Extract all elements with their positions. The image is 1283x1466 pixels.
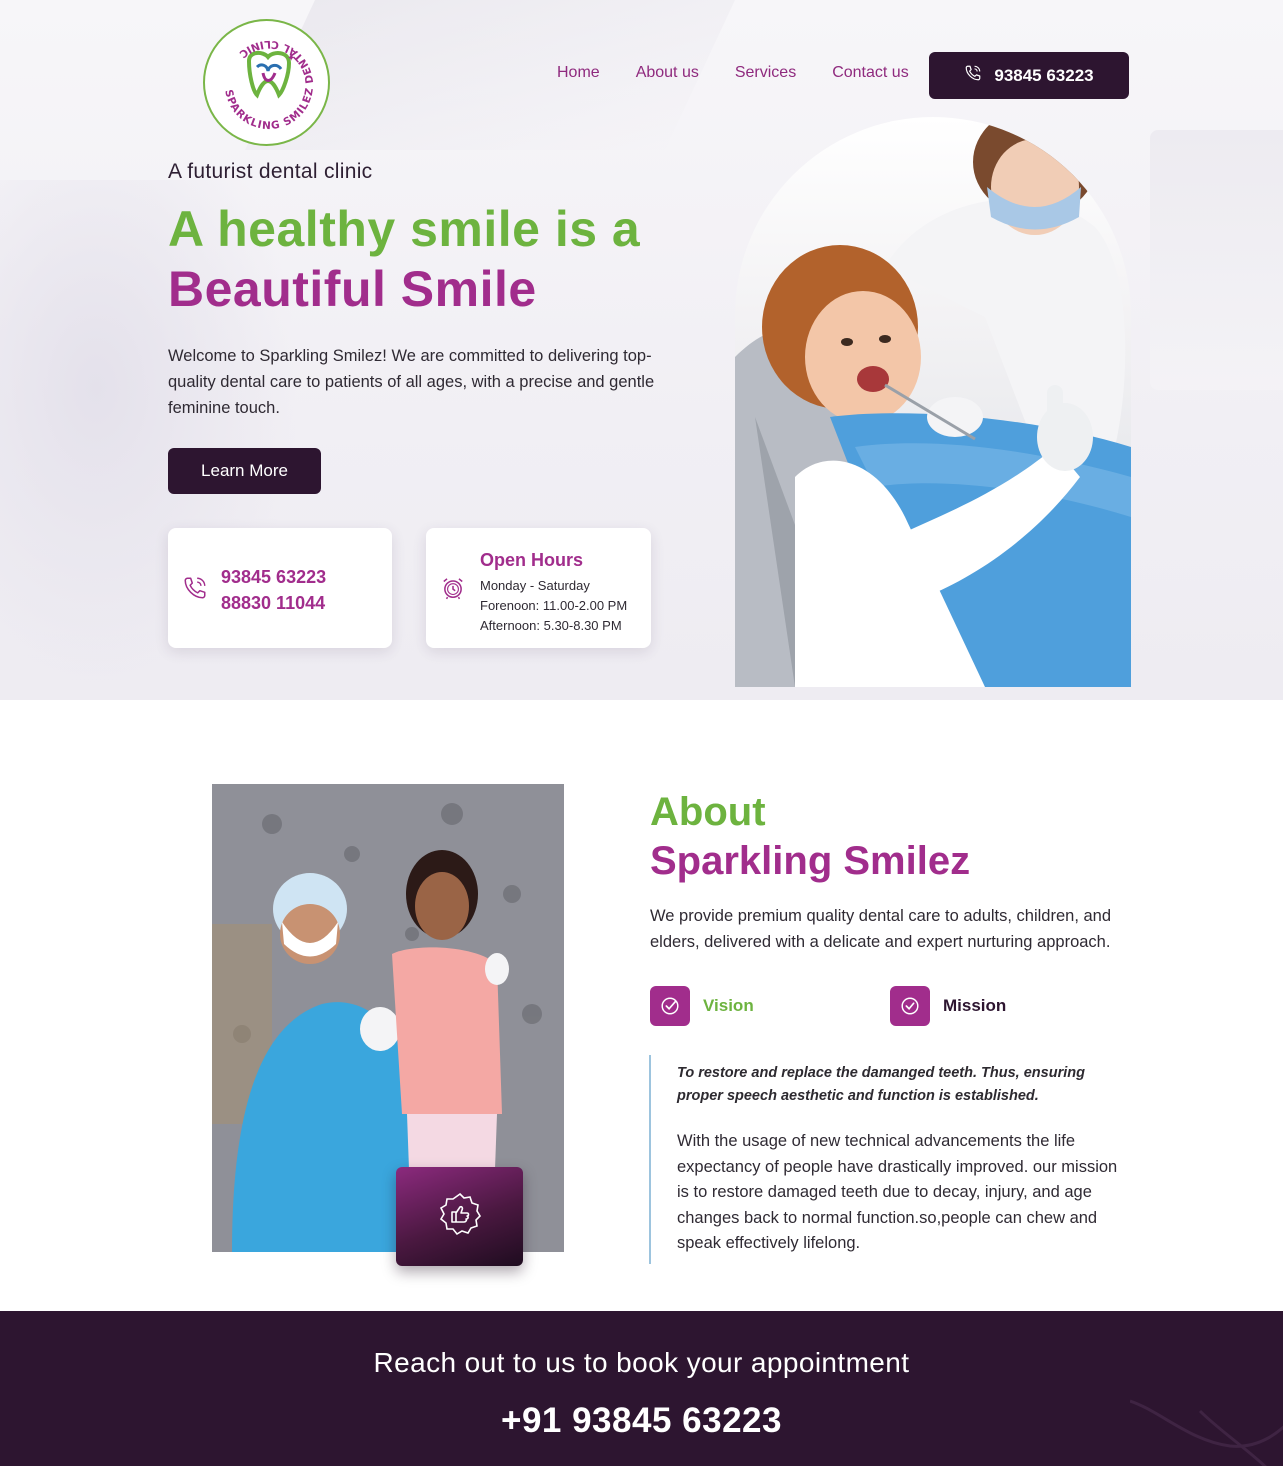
header-call-button[interactable]: 93845 63223 — [929, 52, 1129, 99]
phone-number-1[interactable]: 93845 63223 — [221, 567, 326, 588]
hero-headline-line1: A healthy smile is a — [168, 201, 641, 257]
phone-icon — [182, 575, 208, 606]
thumbs-up-badge-icon — [438, 1192, 482, 1241]
open-hours-title: Open Hours — [480, 550, 584, 570]
about-description: We provide premium quality dental care t… — [650, 907, 1112, 951]
nav-services[interactable]: Services — [735, 64, 796, 82]
tab-mission[interactable]: Mission — [890, 986, 1006, 1026]
tab-vision-label: Vision — [703, 996, 754, 1015]
thumbs-up-badge — [396, 1167, 523, 1266]
learn-more-button[interactable]: Learn More — [168, 448, 321, 494]
tab-mission-label: Mission — [943, 996, 1007, 1015]
phone-card: 93845 63223 88830 11044 — [168, 528, 392, 648]
open-hours-card: Open Hours Monday - Saturday Forenoon: 1… — [426, 528, 651, 648]
check-circle-icon — [890, 986, 930, 1026]
nav-home[interactable]: Home — [557, 64, 600, 82]
hero-headline-line2: Beautiful Smile — [168, 261, 537, 317]
open-hours-afternoon: Afternoon: 5.30-8.30 PM — [480, 618, 622, 633]
alarm-clock-icon — [440, 575, 466, 606]
svg-text:SPARKLING SMILEZ DENTAL CLINIC: SPARKLING SMILEZ DENTAL CLINIC — [222, 38, 316, 132]
hero-photo-dentist-child — [735, 117, 1131, 687]
tab-vision[interactable]: Vision — [650, 986, 754, 1026]
nav-contact-us[interactable]: Contact us — [832, 64, 908, 82]
hero-tagline: A futurist dental clinic — [168, 160, 373, 183]
nav-about-us[interactable]: About us — [636, 64, 699, 82]
hero-section: ✦ SPARKLING SMILEZ DENTAL CLINIC Home Ab… — [0, 0, 1283, 700]
appointment-cta: Reach out to us to book your appointment… — [0, 1311, 1283, 1466]
open-hours-forenoon: Forenoon: 11.00-2.00 PM — [480, 598, 628, 613]
hero-background-monitor — [1150, 130, 1283, 390]
header-call-number: 93845 63223 — [994, 65, 1094, 85]
main-nav: Home About us Services Contact us — [557, 64, 909, 82]
vision-quote: To restore and replace the damanged teet… — [677, 1065, 1085, 1104]
phone-icon — [964, 64, 982, 87]
about-heading-line1: About — [650, 790, 766, 834]
about-heading-line2: Sparkling Smilez — [650, 839, 971, 883]
clinic-logo[interactable]: ✦ SPARKLING SMILEZ DENTAL CLINIC — [203, 19, 330, 146]
phone-number-2[interactable]: 88830 11044 — [221, 593, 325, 614]
cta-title: Reach out to us to book your appointment — [373, 1347, 910, 1378]
check-shield-icon — [650, 986, 690, 1026]
cta-phone-number[interactable]: +91 93845 63223 — [0, 1401, 1283, 1441]
tab-content-divider — [649, 1055, 651, 1264]
open-hours-days: Monday - Saturday — [480, 578, 590, 593]
hero-intro: Welcome to Sparkling Smilez! We are comm… — [168, 347, 655, 417]
mission-text: With the usage of new technical advancem… — [677, 1132, 1118, 1252]
